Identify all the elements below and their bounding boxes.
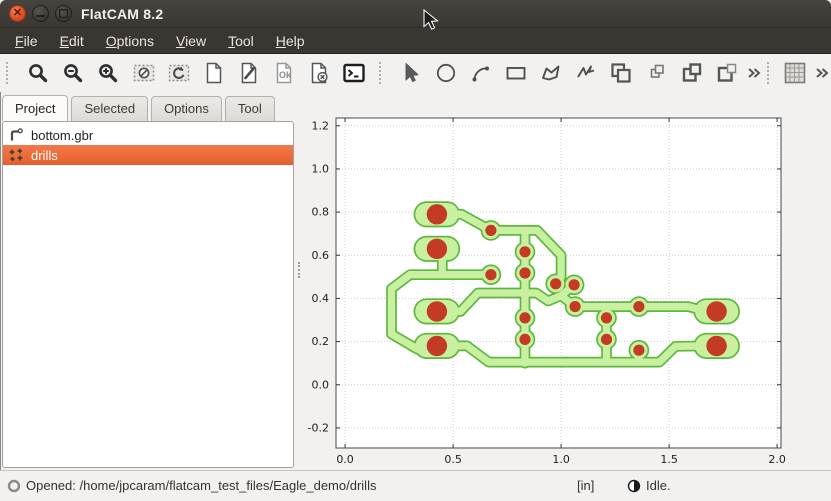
ok-label-icon: Ok (279, 70, 292, 80)
state-icon (627, 479, 641, 493)
activity-indicator-icon (7, 479, 21, 493)
terminal-icon (345, 65, 364, 81)
polygon-shape-icon (543, 67, 559, 80)
replot-button[interactable] (166, 60, 191, 86)
tree-item-label: bottom.gbr (31, 128, 93, 143)
geo-intersection-button[interactable] (644, 60, 669, 86)
menu-view[interactable]: View (165, 30, 217, 52)
svg-text:-0.2: -0.2 (308, 421, 329, 434)
maximize-button[interactable] (55, 5, 72, 22)
svg-text:1.0: 1.0 (312, 162, 330, 175)
geo-union-button[interactable] (609, 60, 634, 86)
geo-cut-button[interactable] (714, 60, 739, 86)
menu-edit[interactable]: Edit (49, 30, 95, 52)
draw-arc-button[interactable] (469, 60, 494, 86)
geometry-toolbar-handle[interactable] (379, 62, 389, 84)
shell-button[interactable] (342, 60, 367, 86)
tab-project[interactable]: Project (2, 95, 68, 121)
toolbar-handle[interactable] (6, 62, 16, 84)
rectangle-shape-icon (508, 68, 525, 79)
toolbar-overflow-button[interactable] (745, 60, 762, 86)
new-file-icon (207, 64, 220, 83)
close-button[interactable]: ✕ (9, 5, 26, 22)
draw-polygon-button[interactable] (539, 60, 564, 86)
polyline-shape-icon (578, 67, 594, 78)
titlebar: ✕ FlatCAM 8.2 (0, 0, 831, 28)
svg-text:0.2: 0.2 (312, 335, 330, 348)
panel-tabs: ProjectSelectedOptionsTool (0, 92, 296, 121)
svg-text:0.8: 0.8 (312, 206, 330, 219)
menu-help[interactable]: Help (265, 30, 316, 52)
grid-toolbar-handle[interactable] (767, 62, 777, 84)
tab-selected[interactable]: Selected (71, 96, 148, 121)
main-content: ProjectSelectedOptionsTool bottom.gbr dri… (0, 92, 831, 470)
zoom-in-button[interactable] (96, 60, 121, 86)
draw-polyline-button[interactable] (574, 60, 599, 86)
menubar-items: FileEditOptionsViewToolHelp (4, 30, 316, 52)
circle-shape-icon (438, 65, 454, 81)
window-buttons: ✕ (0, 5, 72, 22)
select-tool-button[interactable] (398, 60, 423, 86)
save-project-button[interactable]: Ok (271, 60, 296, 86)
svg-text:2.0: 2.0 (768, 453, 786, 466)
clear-plot-button[interactable] (131, 60, 156, 86)
zoom-fit-button[interactable] (26, 60, 51, 86)
menubar: FileEditOptionsViewToolHelp (0, 28, 831, 54)
magnifier-plus-icon (111, 75, 116, 80)
magnifier-minus-icon (76, 75, 81, 80)
grid-icon (783, 61, 807, 85)
tree-item-drills[interactable]: drills (3, 145, 293, 165)
draw-circle-button[interactable] (433, 60, 458, 86)
svg-text:0.5: 0.5 (444, 453, 462, 466)
open-project-button[interactable] (236, 60, 261, 86)
tree-item-bottom-gbr[interactable]: bottom.gbr (3, 125, 293, 145)
svg-text:0.0: 0.0 (312, 378, 330, 391)
magnifier-icon (40, 75, 45, 80)
tree-item-label: drills (31, 148, 58, 163)
plot-area[interactable]: 0.0 0.5 1.0 1.5 2.0 -0.2 0.0 0.2 0.4 0.6 0.8 1.0 1.2 (304, 92, 831, 470)
pointer-arrow-icon (406, 64, 418, 82)
chevron-double-right-icon2 (817, 69, 827, 77)
new-project-button[interactable] (201, 60, 226, 86)
delete-object-button[interactable] (306, 60, 331, 86)
minimize-button[interactable] (32, 5, 49, 22)
flatcam-window: { "window": { "title": "FlatCAM 8.2", "b… (0, 0, 831, 501)
state-label: Idle. (646, 478, 671, 493)
tab-tool[interactable]: Tool (225, 96, 275, 121)
project-tree[interactable]: bottom.gbr drills (2, 121, 294, 468)
chevron-double-right-icon (749, 69, 759, 77)
left-panel: ProjectSelectedOptionsTool bottom.gbr dri… (0, 92, 296, 470)
arc-shape-icon (475, 68, 488, 79)
grid-toolbar-overflow-button[interactable] (814, 60, 831, 86)
svg-text:1.0: 1.0 (552, 453, 570, 466)
geo-subtract-button[interactable] (679, 60, 704, 86)
tab-options[interactable]: Options (151, 96, 222, 121)
window-title: FlatCAM 8.2 (81, 6, 163, 22)
units-indicator[interactable]: [in] (577, 478, 594, 493)
svg-text:0.4: 0.4 (312, 292, 330, 305)
menu-options[interactable]: Options (95, 30, 165, 52)
menu-file[interactable]: File (4, 30, 49, 52)
gerber-icon (8, 127, 24, 143)
plot-svg[interactable]: 0.0 0.5 1.0 1.5 2.0 -0.2 0.0 0.2 0.4 0.6 0.8 1.0 1.2 (304, 92, 831, 470)
svg-text:1.5: 1.5 (660, 453, 678, 466)
menu-tool[interactable]: Tool (217, 30, 265, 52)
svg-text:0.0: 0.0 (336, 453, 354, 466)
snap-grid-button[interactable] (782, 60, 807, 86)
svg-text:0.6: 0.6 (312, 249, 330, 262)
panel-splitter[interactable] (296, 92, 304, 470)
statusbar: Opened: /home/jpcaram/flatcam_test_files… (0, 470, 831, 501)
toolbar: Ok (0, 54, 831, 92)
svg-text:1.2: 1.2 (312, 119, 330, 132)
zoom-out-button[interactable] (61, 60, 86, 86)
drill-icon (8, 147, 24, 163)
status-message: Opened: /home/jpcaram/flatcam_test_files… (26, 478, 376, 493)
draw-rectangle-button[interactable] (504, 60, 529, 86)
